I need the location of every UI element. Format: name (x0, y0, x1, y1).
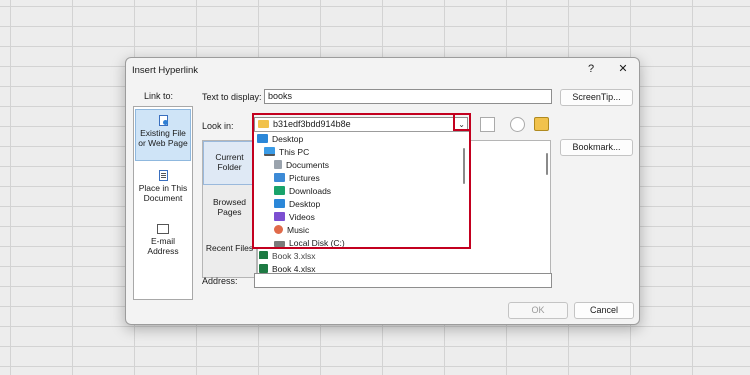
dropdown-arrow-highlight (453, 113, 471, 131)
link-to-place-in-document[interactable]: Place in This Document (135, 167, 191, 211)
close-button[interactable]: ✕ (612, 61, 634, 77)
ok-button[interactable]: OK (508, 302, 568, 319)
address-input[interactable] (254, 273, 552, 288)
link-to-email[interactable]: E-mail Address (135, 221, 191, 265)
link-to-email-label: E-mail Address (147, 236, 179, 256)
file-name: Book 3.xlsx (272, 251, 316, 259)
link-to-panel: Existing File or Web Page Place in This … (133, 106, 193, 300)
link-to-place-label: Place in This Document (138, 183, 188, 203)
look-in-label: Look in: (202, 121, 234, 131)
address-label: Address: (202, 276, 238, 286)
document-icon (158, 170, 168, 181)
web-page-icon (158, 115, 168, 126)
text-to-display-label: Text to display: (202, 92, 262, 102)
nav-recent-files[interactable]: Recent Files (203, 233, 256, 277)
highlight-box (252, 113, 471, 249)
browse-web-icon[interactable] (510, 117, 525, 132)
list-item[interactable]: Book 3.xlsx (259, 251, 339, 259)
cancel-button[interactable]: Cancel (574, 302, 634, 319)
help-button[interactable]: ? (580, 61, 602, 77)
link-to-existing-file-label: Existing File or Web Page (138, 128, 188, 148)
link-to-existing-file[interactable]: Existing File or Web Page (135, 109, 191, 161)
email-icon (157, 224, 169, 234)
screentip-button[interactable]: ScreenTip... (560, 89, 633, 106)
bookmark-button[interactable]: Bookmark... (560, 139, 633, 156)
link-to-label: Link to: (144, 91, 174, 101)
excel-file-icon (259, 251, 268, 259)
text-to-display-input[interactable]: books (264, 89, 552, 104)
browse-file-icon[interactable] (534, 117, 549, 131)
dialog-title: Insert Hyperlink (132, 65, 198, 76)
excel-file-icon (259, 264, 268, 273)
nav-browsed-pages[interactable]: Browsed Pages (203, 187, 256, 231)
up-one-folder-icon[interactable] (480, 117, 495, 132)
nav-current-folder[interactable]: Current Folder (203, 141, 256, 185)
folder-nav-panel: Current Folder Browsed Pages Recent File… (202, 140, 257, 278)
file-list-scrollbar[interactable] (546, 153, 548, 175)
